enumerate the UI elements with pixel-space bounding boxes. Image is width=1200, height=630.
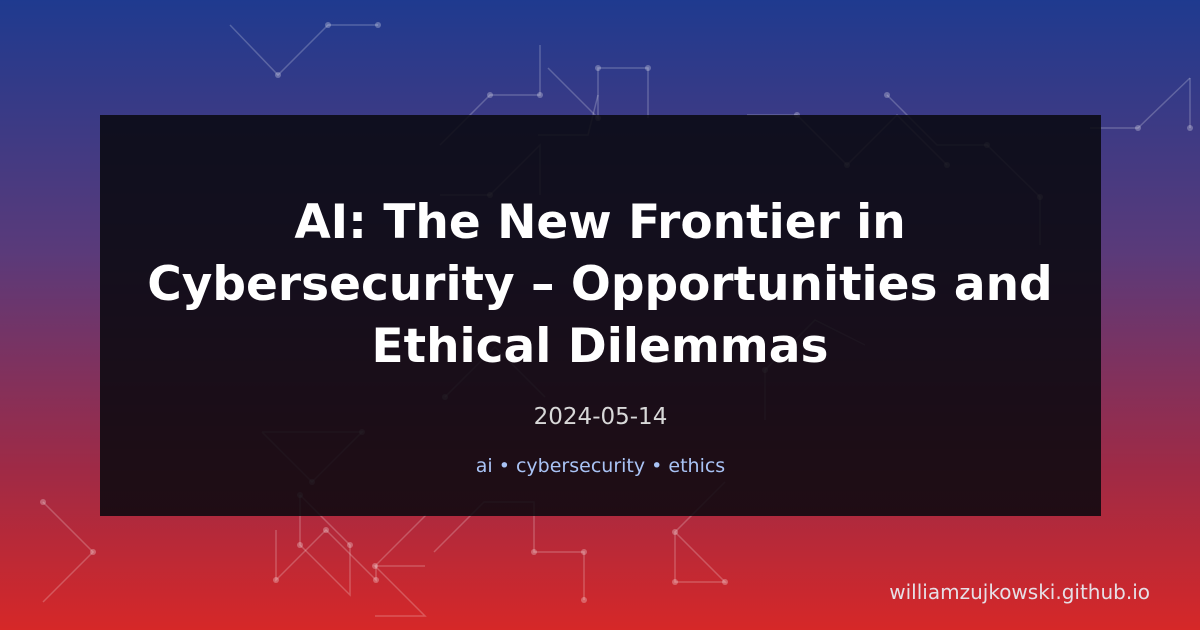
post-date: 2024-05-14: [533, 404, 668, 430]
site-url: williamzujkowski.github.io: [889, 580, 1150, 604]
post-title: AI: The New Frontier in Cybersecurity – …: [147, 195, 1053, 374]
post-tags: ai • cybersecurity • ethics: [475, 455, 726, 477]
